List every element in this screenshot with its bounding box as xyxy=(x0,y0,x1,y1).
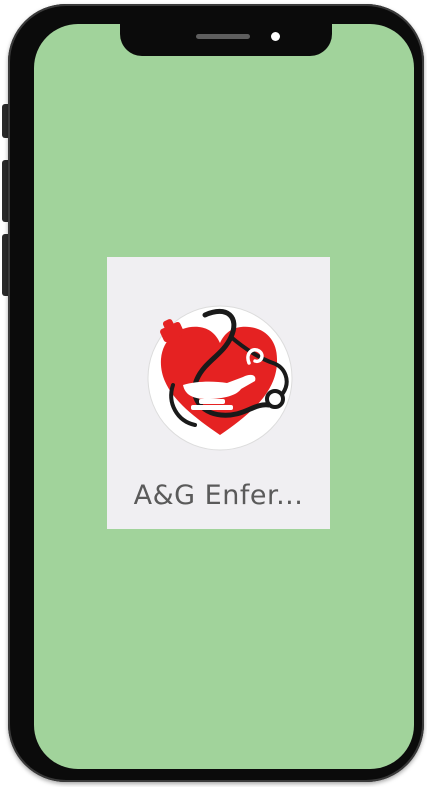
front-camera xyxy=(271,32,280,41)
app-shortcut[interactable]: A&G Enfer... xyxy=(107,257,330,529)
app-label: A&G Enfer... xyxy=(133,480,304,511)
speaker-grille xyxy=(196,34,250,39)
nursing-heart-lamp-icon xyxy=(147,305,293,451)
device-mockup: A&G Enfer... xyxy=(0,0,427,787)
